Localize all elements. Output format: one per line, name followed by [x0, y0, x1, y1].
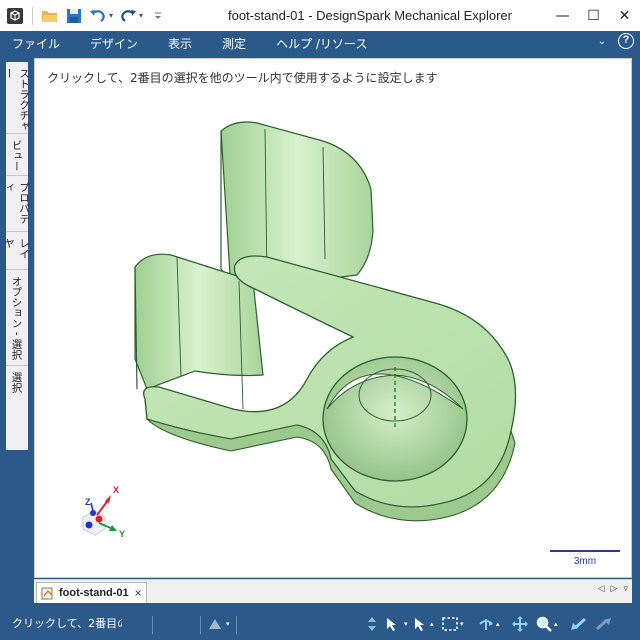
help-icon[interactable]: ? [618, 33, 634, 49]
pointer-icon[interactable] [410, 615, 430, 633]
document-tab-close-icon[interactable]: × [135, 586, 142, 600]
status-divider [200, 616, 201, 634]
undo-dropdown-icon[interactable]: ▾ [109, 11, 113, 20]
status-divider [236, 616, 237, 634]
menu-file[interactable]: ファイル [0, 35, 75, 52]
app-window: ▾ ▾ foot-stand-01 - DesignSpark Mechanic… [0, 0, 640, 640]
document-tab-strip: foot-stand-01 × ◁ ▷ ▿ [34, 579, 632, 603]
spin-dropdown-icon[interactable]: ▴ [496, 620, 500, 628]
view-forward-icon[interactable] [594, 615, 614, 633]
open-folder-icon[interactable] [39, 5, 61, 27]
tab-layers[interactable]: レイヤ [3, 232, 30, 270]
view-back-icon[interactable] [568, 615, 588, 633]
quick-access-toolbar: ▾ ▾ [0, 0, 171, 31]
ribbon-collapse-chevron-icon[interactable]: ⌄ [598, 36, 606, 47]
title-bar: ▾ ▾ foot-stand-01 - DesignSpark Mechanic… [0, 0, 640, 31]
redo-icon[interactable] [117, 5, 139, 27]
triad-z-label: Z [85, 497, 91, 507]
zoom-dropdown-icon[interactable]: ▴ [554, 620, 558, 628]
document-icon [41, 587, 53, 600]
menu-display[interactable]: 表示 [153, 35, 207, 52]
tab-list-icon[interactable]: ▿ [623, 584, 628, 594]
triad-x-label: X [113, 485, 119, 495]
status-bar: クリックして、2番目の選択を他のツール内で使用するように設定します ▾ ▾ ▴ … [0, 608, 640, 640]
customize-icon[interactable] [147, 5, 169, 27]
tab-properties[interactable]: プロパティ [3, 176, 30, 232]
box-select-dropdown-icon[interactable]: ▾ [460, 620, 464, 628]
side-tab-strip: ストラクチャー ビュー プロパティ レイヤ オプション - 選択 選択 [3, 62, 30, 450]
tab-select[interactable]: 選択 [6, 366, 28, 400]
redo-dropdown-icon[interactable]: ▾ [139, 11, 143, 20]
pan-icon[interactable] [510, 615, 530, 633]
status-dropdown-icon[interactable]: ▾ [226, 620, 230, 628]
window-title: foot-stand-01 - DesignSpark Mechanical E… [228, 8, 512, 23]
menu-bar: ファイル デザイン 表示 測定 ヘルプ /リソース ⌄ ? [0, 31, 640, 56]
document-tab-label: foot-stand-01 [59, 587, 129, 599]
axis-triad[interactable]: X Y Z [75, 479, 135, 539]
side-panel-tabs: ストラクチャー ビュー プロパティ レイヤ オプション - 選択 選択 [0, 56, 34, 581]
tab-view[interactable]: ビュー [6, 134, 28, 176]
box-select-icon[interactable] [440, 615, 460, 633]
menu-design[interactable]: デザイン [75, 35, 153, 52]
status-message: クリックして、2番目の選択を他のツール内で使用するように設定します [12, 617, 122, 630]
menu-measure[interactable]: 測定 [207, 35, 261, 52]
scale-bar-label: 3mm [573, 556, 597, 567]
zoom-icon[interactable] [534, 615, 554, 633]
triangle-up-icon[interactable] [205, 615, 225, 633]
pointer-dropdown-icon[interactable]: ▴ [430, 620, 434, 628]
status-divider [152, 616, 153, 634]
triad-y-label: Y [119, 529, 125, 539]
toolbar-separator [32, 6, 33, 25]
document-tab[interactable]: foot-stand-01 × [36, 582, 147, 603]
spin-view-icon[interactable] [476, 615, 496, 633]
maximize-button[interactable]: ☐ [578, 0, 609, 31]
tab-structure[interactable]: ストラクチャー [3, 62, 30, 134]
spin-arrows-icon[interactable] [362, 615, 382, 633]
save-icon[interactable] [63, 5, 85, 27]
menu-right-controls: ⌄ ? [598, 33, 634, 49]
design-viewport[interactable]: クリックして、2番目の選択を他のツール内で使用するように設定します X Y Z … [34, 58, 632, 578]
select-pointer-icon[interactable] [382, 615, 402, 633]
select-dropdown-icon[interactable]: ▾ [404, 620, 408, 628]
app-logo-icon[interactable] [4, 5, 26, 27]
undo-icon[interactable] [87, 5, 109, 27]
minimize-button[interactable]: — [547, 0, 578, 31]
tab-scroll-left-icon[interactable]: ◁ [598, 584, 605, 594]
window-controls: — ☐ ✕ [547, 0, 640, 31]
close-button[interactable]: ✕ [609, 0, 640, 31]
document-tab-nav: ◁ ▷ ▿ [592, 584, 628, 594]
scale-bar-line [550, 550, 620, 552]
menu-help-resources[interactable]: ヘルプ /リソース [261, 35, 382, 52]
tab-options-select[interactable]: オプション - 選択 [6, 270, 28, 366]
tab-scroll-right-icon[interactable]: ▷ [611, 584, 618, 594]
scale-bar: 3mm [550, 548, 620, 568]
